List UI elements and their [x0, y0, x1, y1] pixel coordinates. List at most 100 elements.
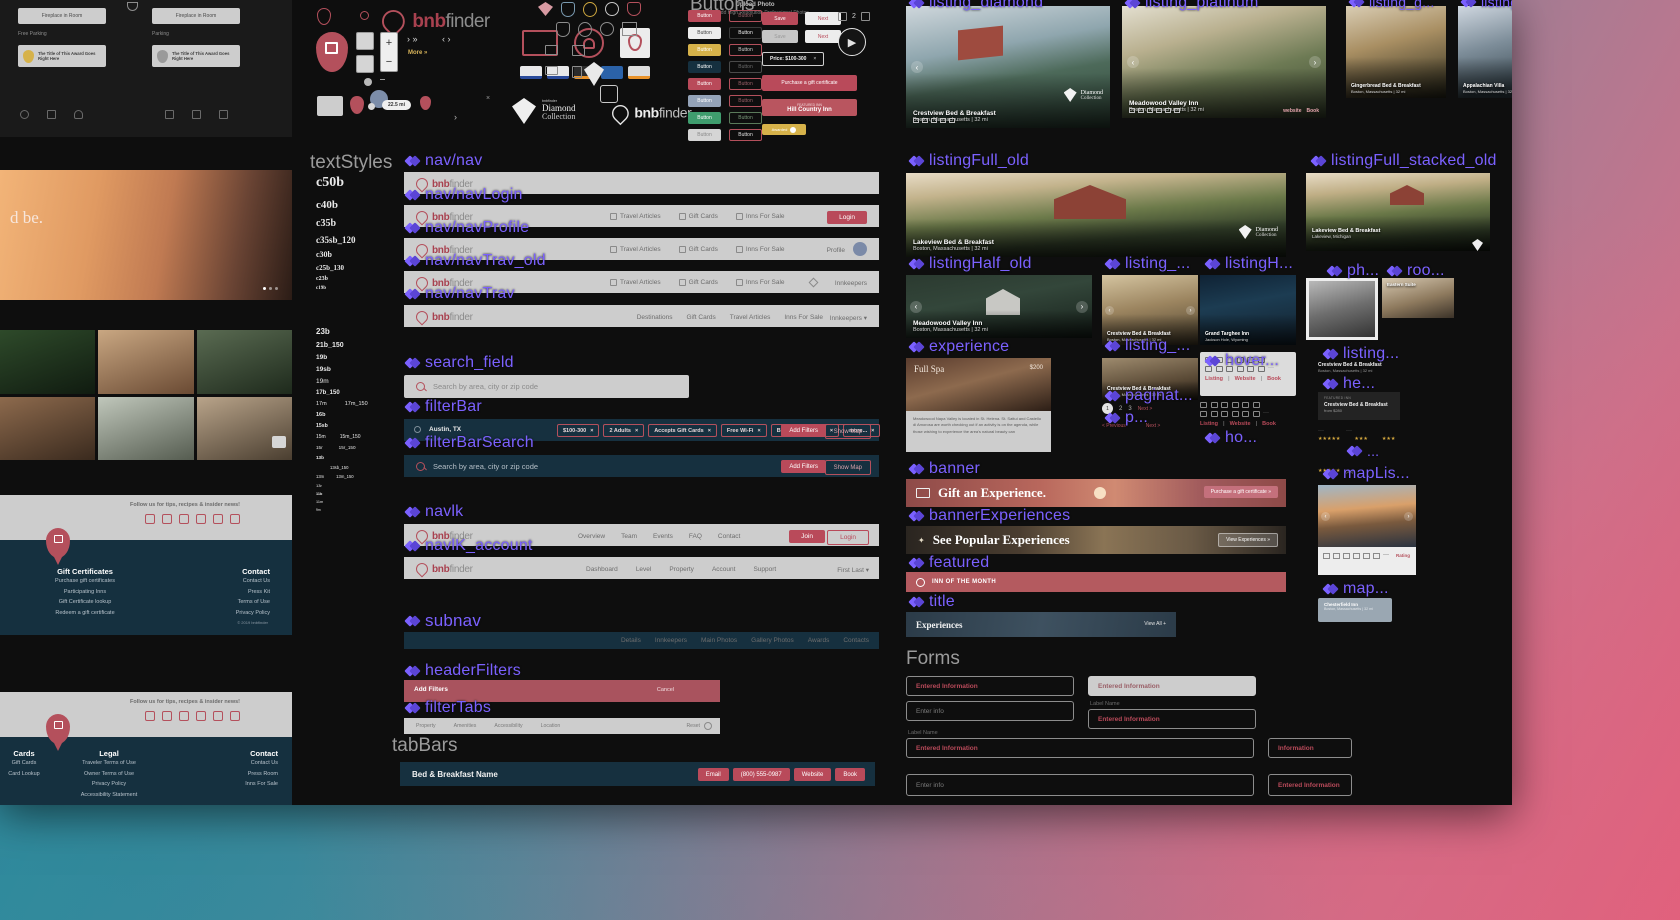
gallery-tile[interactable]	[98, 330, 193, 394]
nav-link-inns-for-sale-3[interactable]: Inns For Sale	[736, 279, 785, 286]
layer-listing-platinum[interactable]: listing_platinum	[1126, 0, 1258, 12]
layer-title[interactable]: title	[910, 593, 955, 611]
footer-link[interactable]: Gift Certificate lookup	[30, 597, 140, 608]
nav-link-gift-cards-2[interactable]: Gift Cards	[679, 246, 718, 253]
layer-navLogin[interactable]: nav/navLogin	[406, 186, 523, 204]
nav-trav-plate[interactable]: bnbfinder Destinations Gift Cards Travel…	[404, 305, 879, 327]
social-icons-1[interactable]	[145, 514, 240, 524]
grid-icon[interactable]	[356, 55, 374, 73]
footer-links-cards[interactable]: Gift Cards Card Lookup	[0, 758, 54, 779]
filter-location[interactable]: Austin, TX	[429, 426, 461, 433]
plus-stepper-icon[interactable]	[861, 12, 870, 21]
filter-chip-giftcards[interactable]: Accepts Gift Cards×	[648, 424, 717, 437]
edit-pencil-icon[interactable]	[809, 278, 819, 288]
listing-full-stacked-card[interactable]: Lakeview Bed & Breakfast Lakeview, Michi…	[1306, 173, 1490, 251]
hover-link-website[interactable]: Website	[1235, 376, 1256, 382]
map-listing-card[interactable]: ‹ › Crestview Bed & Breakfast Boston, Ma…	[1318, 485, 1416, 575]
subnav-item-gallery-photos[interactable]: Gallery Photos	[751, 637, 794, 644]
gallery-tile[interactable]	[197, 397, 292, 461]
listing-half-old-card[interactable]: ‹ › Meadowood Valley Inn Boston, Massach…	[906, 275, 1092, 338]
add-filters-button-2[interactable]: Add Filters	[781, 460, 826, 473]
layer-mapLis[interactable]: mapLis...	[1324, 465, 1410, 483]
pinterest-icon[interactable]	[230, 711, 240, 721]
carousel-next-button-2[interactable]: ›	[1309, 56, 1321, 68]
save-button[interactable]: Save	[762, 12, 798, 25]
nav-link-destinations[interactable]: Destinations	[637, 314, 673, 321]
more-dots-icon[interactable]: —	[1383, 553, 1389, 559]
filter-tabs-bar[interactable]: Property Amenities Accessibility Locatio…	[404, 718, 720, 734]
button-outline-red-3[interactable]: Button	[729, 78, 762, 90]
photo-card[interactable]	[1306, 278, 1378, 340]
hero-dots[interactable]	[263, 287, 278, 290]
twitter-icon[interactable]	[179, 711, 189, 721]
footer-links-contact[interactable]: Contact Us Press Kit Terms of Use Privac…	[160, 576, 270, 619]
next-button-2[interactable]: Next	[805, 30, 841, 43]
footer-link[interactable]: Terms of Use	[160, 597, 270, 608]
featured-banner[interactable]: INN OF THE MONTH	[906, 572, 1286, 592]
navlk-login-button[interactable]: Login	[827, 530, 869, 545]
footer-links-contact-2[interactable]: Contact Us Press Room Inns For Sale	[208, 758, 278, 790]
show-map-button[interactable]: Show Map	[825, 424, 871, 439]
subnav-item-main-photos[interactable]: Main Photos	[701, 637, 737, 644]
carousel-next-button-4[interactable]: ›	[1186, 306, 1195, 315]
camera-icon[interactable]	[600, 85, 618, 103]
footer-link[interactable]: Press Kit	[160, 587, 270, 598]
zoom-out-icon[interactable]: −	[386, 56, 392, 68]
map-pin-large-icon[interactable]	[316, 32, 348, 72]
listing-platinum-links[interactable]: website Book	[1283, 108, 1319, 114]
facebook-icon[interactable]	[145, 711, 155, 721]
footer-link[interactable]: Privacy Policy	[160, 608, 270, 619]
subnav-links[interactable]: Details Innkeepers Main Photos Gallery P…	[621, 637, 869, 644]
layer-listing-3[interactable]: listing...	[1324, 345, 1399, 363]
featured-inn-button[interactable]: FEATURED INN Hill Country Inn	[762, 99, 857, 116]
carousel-prev-button-4[interactable]: ‹	[1105, 306, 1114, 315]
gallery-tile[interactable]	[0, 397, 95, 461]
image-icon[interactable]	[356, 32, 374, 50]
button-outline-red-4[interactable]: Button	[729, 95, 762, 107]
footer-link[interactable]: Contact Us	[208, 758, 278, 769]
nav-trav-old-links[interactable]: Travel Articles Gift Cards Inns For Sale	[610, 279, 785, 286]
chip-close-icon[interactable]: ×	[871, 428, 874, 434]
filter-tab-property[interactable]: Property	[416, 723, 436, 729]
form-field-entered-3[interactable]: Entered Information	[906, 738, 1254, 758]
filter-chip-price[interactable]: $100-300×	[557, 424, 599, 437]
subnav-item-innkeepers[interactable]: Innkeepers	[655, 637, 687, 644]
footer-link[interactable]: Traveler Terms of Use	[72, 758, 146, 769]
layer-ph[interactable]: ph...	[1328, 262, 1379, 280]
twitter-icon[interactable]	[179, 514, 189, 524]
button-outline-red-2[interactable]: Button	[729, 44, 762, 56]
hover-link-book[interactable]: Book	[1267, 376, 1281, 382]
subnav-item-details[interactable]: Details	[621, 637, 641, 644]
footer-links-gift[interactable]: Purchase gift certificates Participating…	[30, 576, 140, 619]
nav-link-travel-articles-2[interactable]: Travel Articles	[610, 246, 661, 253]
footer-link[interactable]: Redeem a gift certificate	[30, 608, 140, 619]
hover-links[interactable]: Listing| Website| Book	[1205, 376, 1291, 382]
form-field-entered-2[interactable]: Entered Information	[1088, 709, 1256, 729]
nav-link-travel-articles-3[interactable]: Travel Articles	[610, 279, 661, 286]
layer-navlk-account[interactable]: navlK_account	[406, 537, 533, 555]
nav-login-button[interactable]: Login	[827, 211, 867, 224]
button-navy[interactable]: Button	[688, 61, 721, 73]
filter-bar-search-inner[interactable]: Search by area, city or zip code	[404, 455, 654, 477]
map-tooltip-card[interactable]: Chesterfield Inn Boston, Massachusetts |…	[1318, 598, 1392, 622]
filter-tabs-reset[interactable]: Reset	[686, 723, 700, 729]
chevron-right-icons[interactable]: › »	[407, 34, 418, 44]
layer-hover[interactable]: hover...	[1206, 352, 1279, 370]
price-filter-chip[interactable]: Price: $100-300 ×	[762, 52, 824, 66]
hover-link-listing[interactable]: Listing	[1205, 376, 1223, 382]
form-field-entered-4[interactable]: Entered Information	[1268, 774, 1352, 796]
footer-link[interactable]: Privacy Policy	[72, 779, 146, 790]
layer-roo[interactable]: roo...	[1388, 262, 1445, 280]
instagram-icon[interactable]	[162, 514, 172, 524]
footer-link[interactable]: Card Lookup	[0, 769, 54, 780]
nav-trav-links[interactable]: Destinations Gift Cards Travel Articles …	[637, 314, 823, 321]
filter-bar-search[interactable]: Search by area, city or zip code Add Fil…	[404, 455, 879, 477]
card-fireplace-right[interactable]: Fireplace in Room	[152, 8, 240, 24]
nav-link-gift-cards[interactable]: Gift Cards	[679, 213, 718, 220]
button-outline-muted[interactable]: Button	[729, 61, 762, 73]
tabbar-plate[interactable]: Bed & Breakfast Name Email (800) 555-098…	[400, 762, 875, 786]
form-field-entered-filled[interactable]: Entered Information	[1088, 676, 1256, 696]
navlk-account-links[interactable]: Dashboard Level Property Account Support	[586, 566, 776, 573]
next-button[interactable]: Next	[805, 12, 841, 25]
navlk-link-faq[interactable]: FAQ	[689, 533, 702, 540]
